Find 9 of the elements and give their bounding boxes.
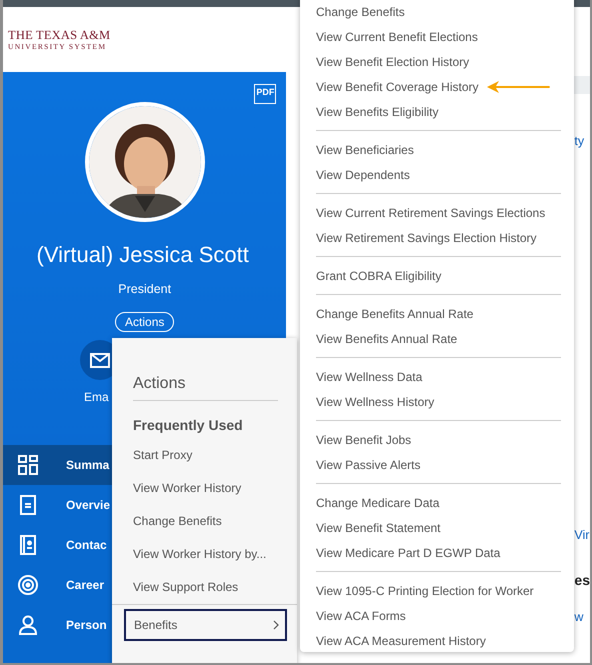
person-name: (Virtual) Jessica Scott (36, 242, 249, 268)
text-fragment: w (574, 610, 584, 624)
section-heading: Frequently Used (133, 417, 244, 433)
text-fragment: es (574, 572, 590, 588)
text-fragment: Vir (574, 528, 590, 542)
email-label: Ema (84, 390, 109, 404)
text-fragment: ty (574, 134, 586, 148)
menu-title: Actions (133, 375, 278, 401)
job-title: President (118, 282, 172, 296)
